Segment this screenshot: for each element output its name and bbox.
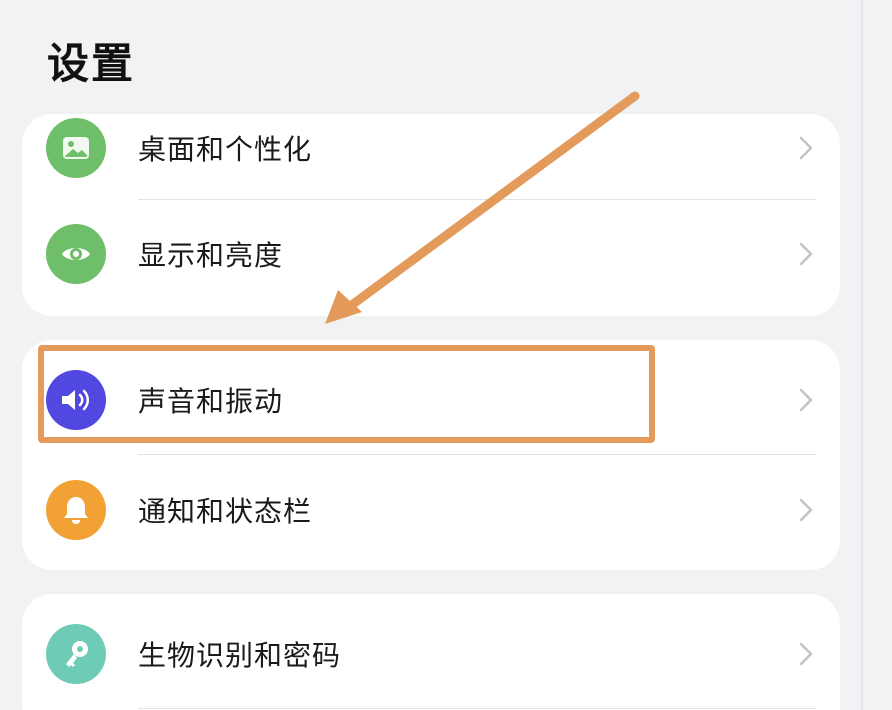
- settings-item-notifications[interactable]: 通知和状态栏: [22, 458, 840, 562]
- settings-item-biometrics[interactable]: 生物识别和密码: [22, 602, 840, 706]
- chevron-right-icon: [799, 642, 813, 666]
- settings-group-3: 生物识别和密码: [22, 594, 840, 710]
- divider: [138, 708, 816, 709]
- settings-item-label: 通知和状态栏: [138, 495, 313, 528]
- chevron-right-icon: [799, 388, 813, 412]
- divider: [138, 199, 816, 200]
- page-title: 设置: [47, 39, 136, 88]
- wallpaper-icon: [46, 118, 106, 178]
- settings-item-display[interactable]: 显示和亮度: [22, 202, 840, 306]
- divider: [138, 454, 816, 455]
- settings-item-sound[interactable]: 声音和振动: [22, 348, 840, 452]
- volume-icon: [46, 370, 106, 430]
- settings-item-label: 声音和振动: [138, 385, 284, 418]
- bell-icon: [46, 480, 106, 540]
- settings-group-1: 桌面和个性化 显示和亮度: [22, 114, 840, 316]
- chevron-right-icon: [799, 498, 813, 522]
- settings-item-label: 桌面和个性化: [138, 133, 313, 166]
- settings-item-label: 显示和亮度: [138, 239, 284, 272]
- chevron-right-icon: [799, 242, 813, 266]
- settings-item-wallpaper[interactable]: 桌面和个性化: [22, 114, 840, 200]
- chevron-right-icon: [799, 136, 813, 160]
- key-icon: [46, 624, 106, 684]
- eye-icon: [46, 224, 106, 284]
- scrollbar-track[interactable]: [861, 0, 863, 710]
- settings-item-label: 生物识别和密码: [138, 639, 342, 672]
- settings-group-2: 声音和振动 通知和状态栏: [22, 340, 840, 570]
